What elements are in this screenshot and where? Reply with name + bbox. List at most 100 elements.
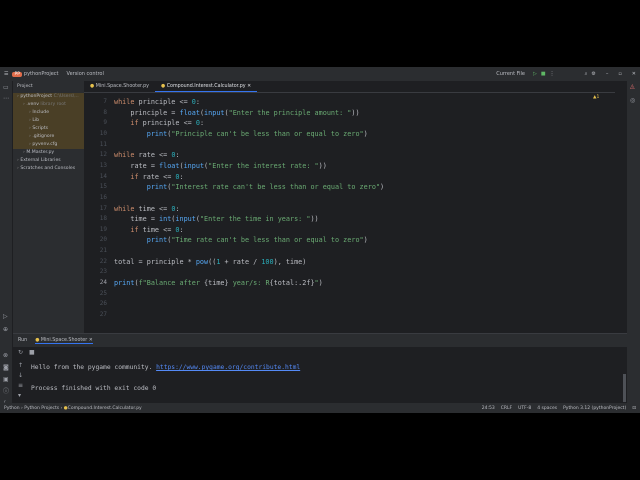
tab-compound-interest-calculator[interactable]: ● Compound.Interest.Calculator.py ✕ <box>154 81 258 92</box>
console-exit-line: Process finished with exit code 0 <box>31 385 157 392</box>
rerun-icon[interactable]: ↻ <box>18 349 23 356</box>
line-number: 13 <box>99 161 107 169</box>
lock-icon[interactable]: ⊡ <box>632 406 636 411</box>
line-number: 17 <box>99 204 107 212</box>
debug-icon[interactable]: ■ <box>541 71 546 77</box>
line-number: 26 <box>99 300 107 308</box>
settings-icon[interactable]: ⚙ <box>591 71 595 77</box>
code-line: if rate <= 0: <box>130 172 184 181</box>
code-line: time = int(input("Enter the time in year… <box>114 215 319 224</box>
packages-icon[interactable]: ⊗ <box>3 352 8 359</box>
project-tree-item[interactable]: › pyvenv.cfg <box>13 141 84 149</box>
caret-position[interactable]: 24:53 <box>482 406 495 411</box>
line-number: 8 <box>103 108 107 116</box>
minimize-button[interactable]: – <box>606 71 609 77</box>
code-line: total = principle * pow((1 + rate / 100)… <box>114 257 307 266</box>
line-number: 24 <box>99 279 107 287</box>
line-number: 11 <box>99 140 107 148</box>
ide-window: ☰ PP pythonProject Version control Curre… <box>0 67 640 413</box>
project-panel: Project › pythonProject C:\Users\... › .v… <box>13 81 84 333</box>
folder-icon[interactable]: ▭ <box>3 84 9 91</box>
project-tree-item[interactable]: › pythonProject C:\Users\... <box>13 93 84 101</box>
file-encoding[interactable]: UTF-8 <box>518 406 531 411</box>
project-tree-item[interactable]: › Scripts <box>13 125 84 133</box>
console-scrollbar[interactable] <box>623 374 626 402</box>
soft-wrap-icon[interactable]: ≡ <box>18 382 23 389</box>
project-tree-item[interactable]: › .gitignore <box>13 133 84 141</box>
title-bar: ☰ PP pythonProject Version control Curre… <box>0 67 640 81</box>
line-number: 9 <box>103 119 107 127</box>
project-tree-item[interactable]: › .venv library root <box>13 101 84 109</box>
code-line: print(f"Balance after {time} year/s: R{t… <box>114 279 323 288</box>
project-tree-item[interactable]: › M.Master.py <box>13 149 84 157</box>
code-line: print("Time rate can't be less than or e… <box>146 236 368 245</box>
line-separator[interactable]: CRLF <box>501 406 512 411</box>
code-line: while principle <= 0: <box>114 98 200 106</box>
services-icon[interactable]: ⊕ <box>3 326 8 333</box>
line-number: 16 <box>99 193 107 201</box>
line-number: 23 <box>99 268 107 276</box>
code-line: principle = float(input("Enter the princ… <box>114 108 360 117</box>
maximize-button[interactable]: ▫ <box>618 71 621 77</box>
project-selector[interactable]: pythonProject <box>24 71 59 77</box>
breadcrumbs: Python › Python Projects › ●Compound.Int… <box>4 405 142 411</box>
breadcrumb-item[interactable]: Python Projects <box>24 406 59 411</box>
scroll-end-icon[interactable]: ▾ <box>18 392 21 399</box>
tab-label: Compound.Interest.Calculator.py <box>166 84 246 89</box>
close-button[interactable]: ✕ <box>632 71 636 77</box>
interpreter-selector[interactable]: Python 3.12 (pythonProject) <box>563 406 626 411</box>
line-number: 25 <box>99 289 107 297</box>
inspection-widget[interactable]: ▲1 <box>593 95 599 100</box>
project-tree-item[interactable]: › Scratches and Consoles <box>13 165 84 173</box>
right-toolbar: ◬ ◎ <box>627 81 640 403</box>
run-panel-toolbar: ↻ ↑ ↓ ≡ ▾ <box>13 347 27 403</box>
project-tree-item[interactable]: › Lib <box>13 117 84 125</box>
breadcrumb-item[interactable]: Python <box>4 406 20 411</box>
project-badge: PP <box>12 71 22 77</box>
line-numbers: 7 8 9 10 11 12 13 14 15 16 17 18 19 20 21 22 23 24 25 26 27 <box>84 93 113 333</box>
run-icon[interactable]: ▷ <box>533 71 537 77</box>
editor-scrollbar[interactable] <box>615 81 627 333</box>
code-line: while rate <= 0: <box>114 151 180 160</box>
tab-label: Mini.Space.Shooter.py <box>95 84 149 89</box>
project-panel-title: Project <box>17 84 33 89</box>
editor-tabs: ● Mini.Space.Shooter.py ● Compound.Inter… <box>84 81 615 93</box>
line-number: 18 <box>99 215 107 223</box>
line-number: 22 <box>99 257 107 265</box>
line-number: 14 <box>99 172 107 180</box>
code-editor[interactable]: while principle <= 0: principle = float(… <box>114 93 614 333</box>
code-line: if principle <= 0: <box>130 119 205 128</box>
vcs-menu[interactable]: Version control <box>67 71 104 77</box>
indent-setting[interactable]: 4 spaces <box>537 406 557 411</box>
console-output: Hello from the pygame community. https:/… <box>31 334 616 403</box>
line-number: 21 <box>99 247 107 255</box>
line-number: 10 <box>99 129 107 137</box>
terminal-icon[interactable]: ▣ <box>3 376 9 383</box>
more-tools-icon[interactable]: ⋯ <box>3 95 9 102</box>
scroll-up-icon[interactable]: ↑ <box>18 362 23 369</box>
project-tree-item[interactable]: › Include <box>13 109 84 117</box>
console-line: Hello from the pygame community. <box>31 364 157 371</box>
search-icon[interactable]: ⌕ <box>585 71 588 77</box>
run-panel-title: Run <box>18 338 28 343</box>
ai-assistant-icon[interactable]: ◎ <box>630 97 635 104</box>
line-number: 15 <box>99 183 107 191</box>
python-console-icon[interactable]: ◙ <box>3 364 9 371</box>
line-number: 7 <box>103 98 107 105</box>
main-menu-icon[interactable]: ☰ <box>4 71 8 77</box>
run-tool-icon[interactable]: ▷ <box>3 313 8 320</box>
project-tree-item[interactable]: › External Libraries <box>13 157 84 165</box>
run-config-selector[interactable]: Current File <box>496 71 525 77</box>
console-link[interactable]: https://www.pygame.org/contribute.html <box>156 364 300 371</box>
problems-icon[interactable]: ⓘ <box>3 388 9 395</box>
notifications-icon[interactable]: ◬ <box>630 83 635 90</box>
left-toolbar: ▭ ⋯ ▷ ⊕ ⊗ ◙ ▣ ⓘ ᚴ <box>0 81 13 407</box>
line-number: 20 <box>99 236 107 244</box>
more-icon[interactable]: ⋮ <box>550 71 555 77</box>
tab-mini-space-shooter[interactable]: ● Mini.Space.Shooter.py <box>84 81 155 92</box>
line-number: 12 <box>99 151 107 159</box>
line-number: 19 <box>99 225 107 233</box>
scroll-down-icon[interactable]: ↓ <box>18 372 23 379</box>
breadcrumb-item[interactable]: Compound.Interest.Calculator.py <box>68 406 142 411</box>
code-line: print("Principle can't be less than or e… <box>146 129 368 138</box>
